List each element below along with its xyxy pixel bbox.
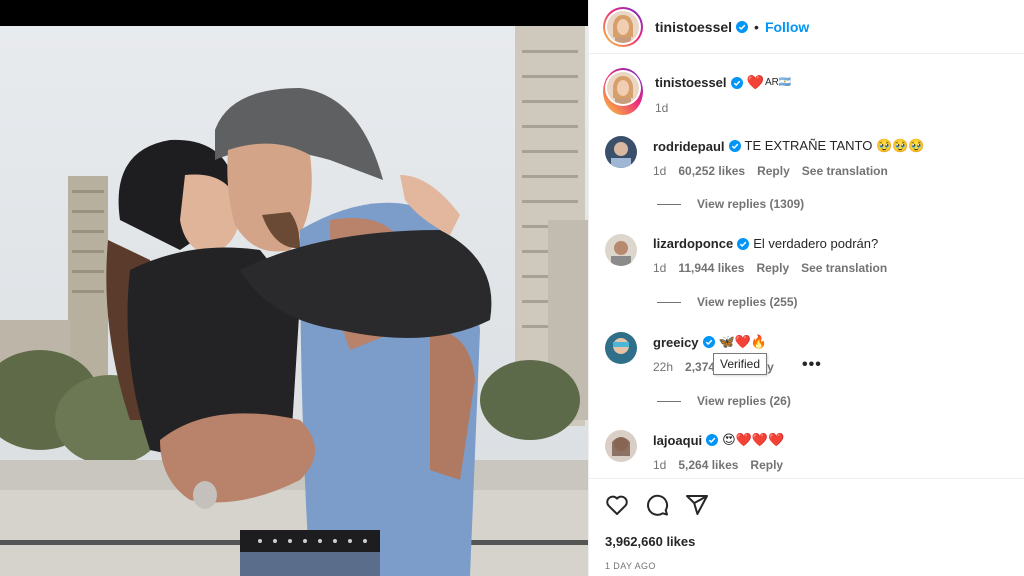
author-avatar-ring[interactable] [603, 6, 643, 47]
view-replies-button[interactable]: View replies (255) [657, 295, 798, 309]
post-header: tinistoessel • Follow [589, 0, 1024, 54]
more-options-icon[interactable]: ••• [802, 356, 822, 374]
comment-avatar[interactable] [605, 234, 637, 266]
comment-item: lajoaqui 😍❤️❤️❤️ 1d 5,264 likes Reply [605, 430, 795, 472]
caption-username[interactable]: tinistoessel [655, 75, 727, 90]
like-heart-icon[interactable] [605, 493, 629, 517]
header-separator: • [754, 18, 759, 35]
replies-divider [657, 400, 681, 402]
comment-item: rodridepaul TE EXTRAÑE TANTO 🥹🥹🥹 1d 60,2… [605, 136, 925, 178]
comment-bubble-icon[interactable] [645, 493, 669, 517]
comment-time[interactable]: 1d [653, 164, 666, 178]
post-photo[interactable] [0, 0, 588, 576]
comment-likes[interactable]: 2,374 [685, 360, 715, 374]
comment-likes[interactable]: 11,944 likes [678, 261, 744, 275]
caption-avatar-ring[interactable] [603, 68, 643, 115]
comment-username[interactable]: lizardoponce [653, 236, 733, 251]
reply-button[interactable]: Reply [750, 458, 783, 472]
comment-likes[interactable]: 60,252 likes [678, 164, 745, 178]
view-replies-label: View replies (26) [697, 394, 791, 408]
comment-likes[interactable]: 5,264 likes [678, 458, 738, 472]
caption-avatar[interactable] [607, 72, 639, 104]
post-caption: tinistoessel ❤️ AR🇦🇷 1d [603, 68, 791, 115]
comment-text: 😍❤️❤️❤️ [722, 432, 785, 447]
caption-text: AR🇦🇷 [764, 77, 792, 88]
comment-username[interactable]: greeicy [653, 335, 699, 350]
comment-time[interactable]: 1d [653, 261, 666, 275]
verified-badge-icon [728, 140, 741, 152]
comment-text: TE EXTRAÑE TANTO 🥹🥹🥹 [744, 138, 925, 153]
post-actions: 3,962,660 likes 1 DAY AGO [589, 478, 1024, 576]
comment-item: lizardoponce El verdadero podrán? 1d 11,… [605, 234, 899, 275]
verified-tooltip: Verified [713, 353, 768, 375]
replies-divider [657, 203, 681, 205]
comment-text: El verdadero podrán? [753, 236, 879, 251]
verified-badge-icon [736, 20, 749, 33]
replies-divider [657, 301, 681, 303]
see-translation-button[interactable]: See translation [802, 164, 888, 178]
comment-avatar[interactable] [605, 430, 637, 462]
share-paper-plane-icon[interactable] [685, 493, 709, 517]
reply-button-partial[interactable]: y [767, 360, 774, 374]
comment-username[interactable]: lajoaqui [653, 433, 702, 448]
view-replies-button[interactable]: View replies (26) [657, 394, 791, 408]
view-replies-label: View replies (1309) [697, 197, 805, 211]
comment-username[interactable]: rodridepaul [653, 139, 725, 154]
comment-time[interactable]: 22h [653, 360, 673, 374]
post-date[interactable]: 1 DAY AGO [605, 561, 656, 571]
comment-avatar[interactable] [605, 332, 637, 364]
reply-button[interactable]: Reply [756, 261, 789, 275]
view-replies-button[interactable]: View replies (1309) [657, 197, 804, 211]
caption-heart: ❤️ [746, 74, 764, 90]
author-avatar[interactable] [607, 10, 639, 43]
reply-button[interactable]: Reply [757, 164, 790, 178]
comment-text: 🦋❤️🔥 [718, 334, 768, 349]
comment-time[interactable]: 1d [653, 458, 666, 472]
follow-button[interactable]: Follow [765, 19, 809, 35]
verified-badge-icon [737, 237, 750, 250]
post-image [0, 0, 588, 576]
comment-avatar[interactable] [605, 136, 637, 168]
header-username[interactable]: tinistoessel [655, 19, 732, 35]
post-likes-count[interactable]: 3,962,660 likes [605, 534, 695, 549]
see-translation-button[interactable]: See translation [801, 261, 887, 275]
verified-badge-icon [706, 434, 719, 446]
view-replies-label: View replies (255) [697, 295, 798, 309]
verified-badge-icon[interactable] [702, 336, 715, 348]
post-side-panel: tinistoessel • Follow tinistoessel ❤️ AR… [588, 0, 1024, 576]
caption-time[interactable]: 1d [655, 101, 668, 115]
verified-badge-icon [730, 76, 743, 89]
